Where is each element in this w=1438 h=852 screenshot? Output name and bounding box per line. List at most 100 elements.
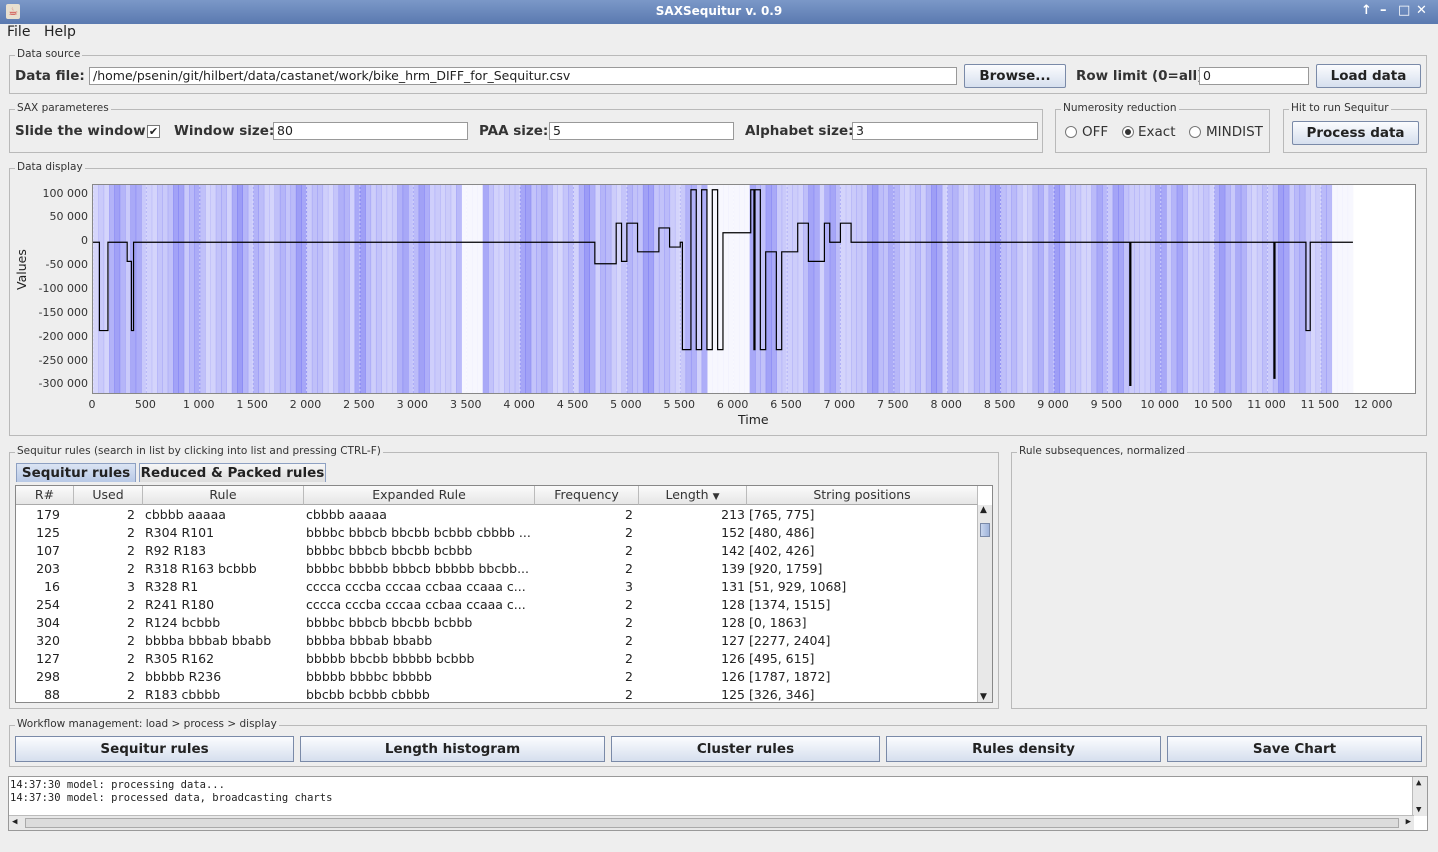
scroll-thumb[interactable]: [980, 523, 990, 537]
table-row[interactable]: 254 2 R241 R180 cccca cccba cccaa ccbaa cca…: [16, 596, 978, 614]
col-header-frequency[interactable]: Frequency: [535, 486, 639, 505]
density-stripe: [792, 185, 799, 393]
table-row[interactable]: 320 2 bbbba bbbab bbabb bbbba bbbab bbabb 2 1…: [16, 632, 978, 650]
density-stripe: [744, 185, 751, 393]
tab-sequitur-rules[interactable]: Sequitur rules: [16, 463, 136, 482]
menu-file[interactable]: File: [7, 24, 30, 40]
density-stripe: [402, 185, 409, 393]
minimize-icon[interactable]: –: [1380, 3, 1387, 18]
density-stripe: [1064, 185, 1071, 393]
save-chart-button[interactable]: Save Chart: [1167, 736, 1422, 762]
alphabet-size-input[interactable]: 3: [852, 122, 1038, 140]
close-icon[interactable]: ✕: [1416, 3, 1427, 18]
table-cell: bbbbc bbbcb bbcbb bcbbb: [306, 543, 473, 558]
col-header-r[interactable]: R#: [16, 486, 74, 505]
col-header-used[interactable]: Used: [74, 486, 143, 505]
density-stripe: [1385, 185, 1391, 394]
window-size-input[interactable]: 80: [273, 122, 468, 140]
rules-density-button[interactable]: Rules density: [886, 736, 1161, 762]
length-histogram-button[interactable]: Length histogram: [300, 736, 605, 762]
table-cell: 203: [36, 561, 60, 576]
radio-off[interactable]: [1065, 126, 1077, 138]
table-row[interactable]: 179 2 cbbbb aaaaa cbbbb aaaaa 2 213 [765, 775]: [16, 506, 978, 524]
density-stripe: [1096, 185, 1103, 393]
scroll-up-arrow-icon[interactable]: ▲: [980, 505, 987, 515]
slide-window-checkbox[interactable]: ✔: [147, 125, 160, 138]
density-stripe: [274, 185, 281, 393]
density-stripe: [851, 185, 857, 393]
table-cell: bbbbb bbcbb bbbbb bcbbb: [306, 651, 475, 666]
density-stripe: [1342, 185, 1349, 393]
log-scroll-thumb[interactable]: [25, 818, 1399, 828]
sequitur-rules-button[interactable]: Sequitur rules: [15, 736, 294, 762]
paa-size-input[interactable]: 5: [549, 122, 734, 140]
load-data-button[interactable]: Load data: [1316, 64, 1421, 88]
table-cell: 107: [36, 543, 60, 558]
scroll-down-arrow-icon[interactable]: ▼: [980, 692, 987, 702]
x-tick-label: 1 500: [236, 398, 268, 411]
col-header-positions[interactable]: String positions: [747, 486, 978, 505]
radio-exact[interactable]: [1122, 126, 1134, 138]
table-row[interactable]: 88 2 R183 cbbbb bbcbb bcbbb cbbbb 2 125 [326, …: [16, 686, 978, 702]
density-stripe: [813, 185, 820, 393]
table-row[interactable]: 107 2 R92 R183 bbbbc bbbcb bbcbb bcbbb 2 142 […: [16, 542, 978, 560]
col-header-rule[interactable]: Rule: [143, 486, 304, 505]
density-stripe: [1390, 185, 1396, 394]
density-stripe: [349, 185, 356, 393]
density-stripe: [664, 185, 671, 393]
table-cell: bbbba bbbab bbabb: [145, 633, 272, 648]
density-stripe: [1182, 185, 1188, 393]
restore-icon[interactable]: □: [1398, 3, 1410, 18]
radio-mindist[interactable]: [1189, 126, 1201, 138]
x-tick-label: 2 500: [343, 398, 375, 411]
rules-table[interactable]: R# Used Rule Expanded Rule Frequency Len…: [15, 485, 993, 703]
table-cell: 2: [127, 543, 135, 558]
density-stripe: [1267, 185, 1274, 393]
density-stripe: [610, 185, 617, 393]
table-vertical-scrollbar[interactable]: ▲ ▼: [977, 505, 992, 702]
table-cell: 3: [127, 579, 135, 594]
log-scroll-up-icon[interactable]: ▲: [1416, 778, 1421, 788]
table-cell: 2: [625, 543, 633, 558]
browse-button[interactable]: Browse...: [964, 64, 1066, 88]
density-stripe: [989, 185, 996, 393]
table-row[interactable]: 203 2 R318 R163 bcbbb bbbbc bbbbb bbbcb bbb…: [16, 560, 978, 578]
cluster-rules-button[interactable]: Cluster rules: [611, 736, 880, 762]
table-row[interactable]: 16 3 R328 R1 cccca cccba cccaa ccbaa ccaaa …: [16, 578, 978, 596]
density-stripe: [1043, 185, 1050, 393]
table-row[interactable]: 127 2 R305 R162 bbbbb bbcbb bbbbb bcbbb 2 126…: [16, 650, 978, 668]
table-row[interactable]: 125 2 R304 R101 bbbbc bbbcb bbcbb bcbbb cbb…: [16, 524, 978, 542]
table-cell: R328 R1: [145, 579, 199, 594]
table-cell: 2: [625, 669, 633, 684]
table-cell: 2: [127, 687, 135, 702]
process-data-button[interactable]: Process data: [1292, 121, 1419, 145]
density-stripe: [589, 185, 596, 393]
density-stripe: [456, 185, 462, 393]
log-vertical-scrollbar[interactable]: ▲ ▼: [1412, 777, 1427, 816]
workflow-legend: Workflow management: load > process > di…: [15, 718, 279, 730]
table-row[interactable]: 298 2 bbbbb R236 bbbbb bbbbc bbbbb 2 126 [1787…: [16, 668, 978, 686]
density-stripe: [424, 185, 430, 393]
density-stripe: [1299, 185, 1306, 393]
data-file-input[interactable]: /home/psenin/git/hilbert/data/castanet/w…: [89, 67, 957, 85]
table-row[interactable]: 304 2 R124 bcbbb bbbbc bbbcb bbcbb bcbbb 2 12…: [16, 614, 978, 632]
tab-reduced-packed-rules[interactable]: Reduced & Packed rules: [139, 463, 326, 482]
menu-help[interactable]: Help: [44, 24, 76, 40]
log-horizontal-scrollbar[interactable]: ◀ ▶: [9, 815, 1414, 830]
log-scroll-left-icon[interactable]: ◀: [12, 817, 17, 827]
log-scroll-down-icon[interactable]: ▼: [1416, 805, 1421, 815]
density-stripe: [632, 185, 639, 393]
maximize-arrow-icon[interactable]: ↑: [1361, 3, 1372, 18]
density-stripe: [637, 185, 644, 393]
table-cell: 131: [721, 579, 745, 594]
data-source-legend: Data source: [15, 48, 83, 60]
row-limit-input[interactable]: 0: [1199, 67, 1309, 85]
density-stripe: [1412, 185, 1416, 394]
log-area[interactable]: 14:37:30 model: processing data... 14:37…: [8, 776, 1428, 831]
log-scroll-right-icon[interactable]: ▶: [1406, 817, 1411, 827]
col-header-expanded[interactable]: Expanded Rule: [304, 486, 535, 505]
col-header-length[interactable]: Length ▼: [639, 486, 747, 505]
window-size-label: Window size:: [174, 123, 275, 139]
density-stripe: [1032, 185, 1039, 393]
density-stripe: [1112, 185, 1119, 393]
